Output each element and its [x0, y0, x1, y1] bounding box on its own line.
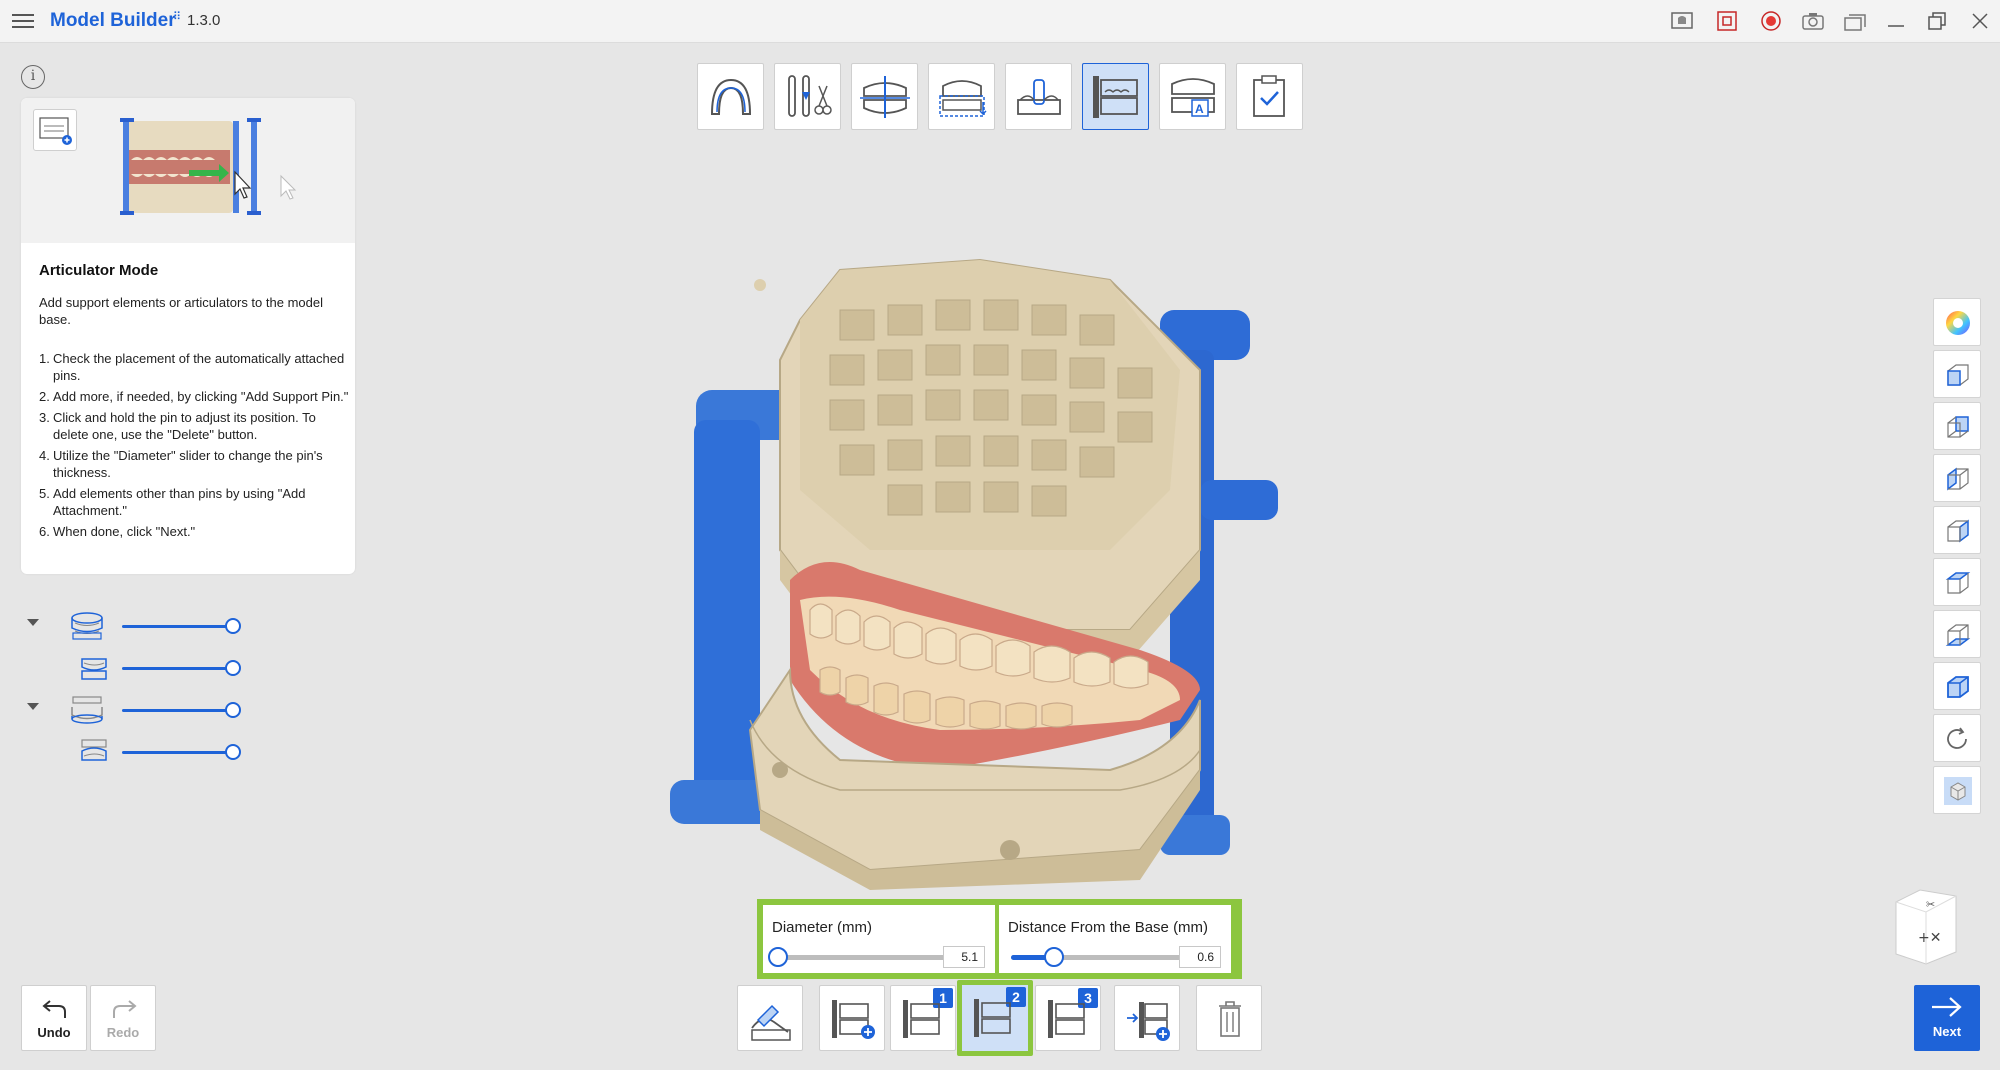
- distance-control: Distance From the Base (mm) 0.6: [999, 905, 1231, 973]
- opacity-slider-knob[interactable]: [225, 702, 241, 718]
- step-model-base-button[interactable]: [1005, 63, 1072, 130]
- app-title: Model Builder: [50, 10, 176, 31]
- add-support-pin-button[interactable]: [819, 985, 885, 1051]
- help-step: 1. Check the placement of the automatical…: [39, 351, 345, 383]
- distance-slider-knob[interactable]: [1044, 947, 1064, 967]
- restore-icon[interactable]: [1925, 10, 1949, 32]
- hamburger-menu-icon[interactable]: [10, 9, 36, 33]
- help-card: Articulator Mode Add support elements or…: [21, 98, 355, 574]
- layer-row-lower-base: [24, 695, 254, 725]
- layer-row-upper-scan: [24, 653, 254, 683]
- upper-jaw-base-icon[interactable]: [70, 611, 104, 641]
- redo-button[interactable]: Redo: [90, 985, 156, 1051]
- diameter-control: Diameter (mm) 5.1: [763, 905, 995, 973]
- layer-row-lower-scan: [24, 737, 254, 767]
- collapse-caret-icon[interactable]: [27, 619, 39, 626]
- step-labeling-button[interactable]: A: [1159, 63, 1226, 130]
- screen-capture-icon[interactable]: [1715, 10, 1739, 32]
- opacity-slider-knob[interactable]: [225, 618, 241, 634]
- tooth-view-icon[interactable]: [1670, 10, 1694, 32]
- app-version: 1.3.0: [187, 12, 221, 29]
- diameter-slider-track[interactable]: [768, 947, 947, 967]
- title-bar: Model Builder ⠿ 1.3.0: [0, 0, 2000, 43]
- next-button[interactable]: Next: [1914, 985, 1980, 1051]
- step-arch-selection-button[interactable]: [697, 63, 764, 130]
- minimize-icon[interactable]: [1884, 10, 1908, 32]
- lower-jaw-base-icon[interactable]: [70, 695, 104, 725]
- opacity-slider-track[interactable]: [122, 751, 232, 754]
- articulator-illustration: [120, 118, 297, 215]
- collapse-caret-icon[interactable]: [27, 703, 39, 710]
- svg-text:✂: ✂: [1926, 898, 1935, 911]
- view-iso-cube-icon[interactable]: [1933, 662, 1981, 710]
- articulator-type-3-button[interactable]: 3: [1035, 985, 1101, 1051]
- redo-label: Redo: [106, 1025, 140, 1040]
- view-bottom-cube-icon[interactable]: [1933, 610, 1981, 658]
- help-step: 3. Click and hold the pin to adjust its p…: [39, 410, 316, 442]
- view-top-cube-icon[interactable]: [1933, 558, 1981, 606]
- auto-pin-placement-button[interactable]: [737, 985, 803, 1051]
- step-trim-tools-button[interactable]: [774, 63, 841, 130]
- view-back-cube-icon[interactable]: [1933, 402, 1981, 450]
- info-icon[interactable]: i: [21, 65, 45, 89]
- close-icon[interactable]: [1968, 10, 1992, 32]
- lower-jaw-scan-icon[interactable]: [78, 737, 112, 767]
- articulator-type-2-button[interactable]: 2: [957, 980, 1033, 1056]
- undo-button[interactable]: Undo: [21, 985, 87, 1051]
- pin-parameter-panel: Diameter (mm) 5.1 Distance From the Base…: [757, 899, 1242, 979]
- reset-rotation-icon[interactable]: [1933, 714, 1981, 762]
- help-step: 6. When done, click "Next.": [39, 524, 196, 539]
- step-finish-button[interactable]: [1236, 63, 1303, 130]
- step-base-height-button[interactable]: [928, 63, 995, 130]
- distance-slider-track[interactable]: [1011, 947, 1183, 967]
- undo-label: Undo: [37, 1025, 71, 1040]
- model-viewport[interactable]: [640, 250, 1300, 890]
- opacity-slider-knob[interactable]: [225, 744, 241, 760]
- articulator-type-1-button[interactable]: 1: [890, 985, 956, 1051]
- app-badge-icon: ⠿: [173, 11, 182, 23]
- camera-icon[interactable]: [1801, 10, 1825, 32]
- opacity-slider-track[interactable]: [122, 625, 232, 628]
- step-articulator-button[interactable]: [1082, 63, 1149, 130]
- layer-row-upper-base: [24, 611, 254, 641]
- help-step: 5. Add elements other than pins by using …: [39, 486, 306, 518]
- help-steps: 1. Check the placement of the automatical…: [39, 350, 349, 544]
- delete-button[interactable]: [1196, 985, 1262, 1051]
- opacity-slider-knob[interactable]: [225, 660, 241, 676]
- help-title: Articulator Mode: [39, 262, 159, 279]
- diameter-label: Diameter (mm): [772, 919, 872, 936]
- next-label: Next: [1932, 1024, 1962, 1039]
- record-icon[interactable]: [1759, 10, 1783, 32]
- help-step: 4. Utilize the "Diameter" slider to chang…: [39, 448, 323, 480]
- upper-jaw-scan-icon[interactable]: [78, 653, 112, 683]
- help-description: Add support elements or articulators to …: [39, 295, 323, 327]
- view-front-cube-icon[interactable]: [1933, 350, 1981, 398]
- svg-text:A: A: [1195, 102, 1204, 116]
- add-attachment-button[interactable]: [1114, 985, 1180, 1051]
- svg-text:+✕: +✕: [1918, 930, 1941, 946]
- color-palette-button[interactable]: [1933, 298, 1981, 346]
- view-left-cube-icon[interactable]: [1933, 454, 1981, 502]
- opacity-slider-track[interactable]: [122, 667, 232, 670]
- opacity-slider-track[interactable]: [122, 709, 232, 712]
- view-right-cube-icon[interactable]: [1933, 506, 1981, 554]
- diameter-slider-knob[interactable]: [768, 947, 788, 967]
- diameter-value-field[interactable]: 5.1: [943, 946, 985, 968]
- help-illustration: [21, 98, 355, 243]
- gallery-icon[interactable]: [1843, 10, 1867, 32]
- step-occlusal-plane-button[interactable]: [851, 63, 918, 130]
- distance-label: Distance From the Base (mm): [1008, 919, 1209, 936]
- orientation-cube[interactable]: ✂ +✕: [1886, 886, 1960, 966]
- shaded-view-icon[interactable]: [1933, 766, 1981, 814]
- distance-value-field[interactable]: 0.6: [1179, 946, 1221, 968]
- help-step: 2. Add more, if needed, by clicking "Add …: [39, 389, 349, 404]
